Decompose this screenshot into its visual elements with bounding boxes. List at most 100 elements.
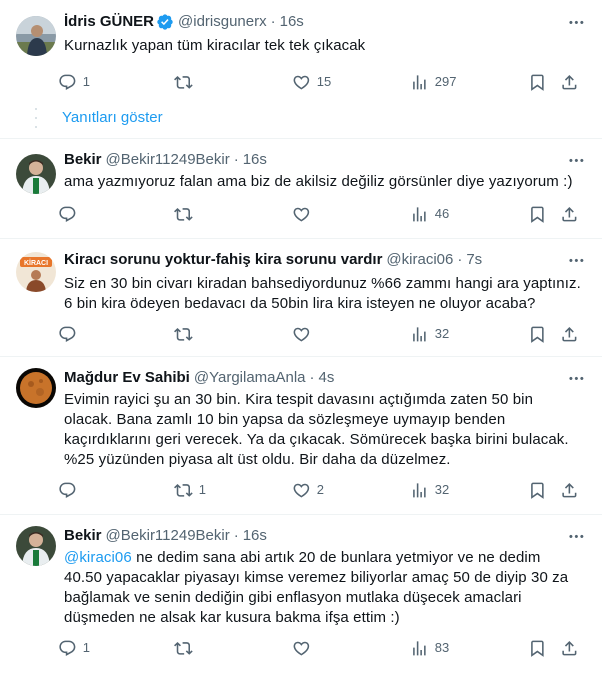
show-replies-row[interactable]: Yanıtları göster (0, 100, 602, 138)
timestamp[interactable]: 7s (466, 250, 482, 270)
heart-icon (292, 73, 311, 92)
tweet-text-line: Evimin rayici şu an 30 bin. Kira tespit … (64, 391, 534, 408)
avatar[interactable] (16, 154, 56, 194)
tweet-text: @kiraci06 ne dedim sana abi artık 20 de … (64, 548, 584, 628)
tweet-text: Evimin rayici şu an 30 bin. Kira tespit … (64, 390, 584, 470)
svg-text:KİRACI: KİRACI (24, 259, 48, 267)
username-handle[interactable]: @kiraci06 (386, 250, 453, 270)
thread-dots (33, 108, 39, 128)
share-icon (560, 481, 579, 500)
bookmark-button[interactable] (528, 72, 547, 92)
display-name[interactable]: Bekir (64, 526, 102, 546)
views-button[interactable]: 32 (410, 480, 449, 500)
username-handle[interactable]: @Bekir11249Bekir (106, 526, 230, 546)
bookmark-button[interactable] (528, 638, 547, 658)
reply-button[interactable]: 1 (58, 638, 90, 658)
tweet-text-line: bağlamak ve senin dediğin gibi enflasyon… (64, 589, 522, 606)
tweet[interactable]: KİRACI Kiracı sorunu yoktur-fahiş kira s… (0, 250, 602, 350)
bookmark-button[interactable] (528, 204, 547, 224)
separator-dot: · (233, 527, 239, 544)
share-icon (560, 205, 579, 224)
share-button[interactable] (560, 204, 579, 224)
reply-button[interactable]: 1 (58, 72, 90, 92)
reply-icon (58, 73, 77, 92)
views-button[interactable]: 297 (410, 72, 456, 92)
retweet-icon (174, 205, 193, 224)
like-button[interactable]: 2 (292, 480, 324, 500)
heart-icon (292, 481, 311, 500)
username-handle[interactable]: @YargilamaAnla (194, 368, 306, 388)
retweet-icon (174, 481, 193, 500)
mention-link[interactable]: @kiraci06 (64, 549, 132, 566)
display-name[interactable]: Bekir (64, 150, 102, 170)
view-count: 32 (434, 482, 450, 497)
reply-button[interactable] (58, 480, 83, 500)
avatar[interactable] (16, 16, 56, 56)
retweet-button[interactable] (174, 324, 199, 344)
like-button[interactable] (292, 204, 317, 224)
display-name[interactable]: Mağdur Ev Sahibi (64, 368, 190, 388)
tweet-text: ama yazmıyoruz falan ama biz de akilsiz … (64, 173, 573, 190)
analytics-icon (410, 639, 429, 658)
timestamp[interactable]: 16s (243, 150, 267, 170)
retweet-icon (174, 325, 193, 344)
reply-button[interactable] (58, 324, 83, 344)
retweet-button[interactable]: 1 (174, 480, 206, 500)
reply-button[interactable] (58, 204, 83, 224)
tweet[interactable]: Mağdur Ev Sahibi @YargilamaAnla · 4s Evi… (0, 368, 602, 512)
more-options-icon[interactable] (566, 250, 586, 270)
retweet-icon (174, 639, 193, 658)
timestamp[interactable]: 16s (243, 526, 267, 546)
like-button[interactable]: 15 (292, 72, 331, 92)
avatar[interactable]: KİRACI (16, 252, 56, 292)
share-icon (560, 639, 579, 658)
share-button[interactable] (560, 72, 579, 92)
more-options-icon[interactable] (566, 12, 586, 32)
timestamp[interactable]: 4s (319, 368, 335, 388)
retweet-icon (174, 73, 193, 92)
views-button[interactable]: 32 (410, 324, 449, 344)
more-options-icon[interactable] (566, 368, 586, 388)
retweet-button[interactable] (174, 72, 199, 92)
retweet-button[interactable] (174, 204, 199, 224)
tweet[interactable]: İdris GÜNER @idrisgunerx · 16s Kurnazlık… (0, 12, 602, 100)
retweet-button[interactable] (174, 638, 199, 658)
view-count: 46 (434, 206, 450, 221)
display-name[interactable]: Kiracı sorunu yoktur-fahiş kira sorunu v… (64, 250, 382, 270)
avatar[interactable] (16, 526, 56, 566)
view-count: 297 (434, 74, 457, 89)
timestamp[interactable]: 16s (280, 12, 304, 32)
username-handle[interactable]: @Bekir11249Bekir (106, 150, 230, 170)
tweet[interactable]: Bekir @Bekir11249Bekir · 16s @kiraci06 n… (0, 526, 602, 666)
more-options-icon[interactable] (566, 526, 586, 546)
analytics-icon (410, 481, 429, 500)
share-button[interactable] (560, 324, 579, 344)
like-button[interactable] (292, 638, 317, 658)
show-replies-link[interactable]: Yanıtları göster (62, 108, 163, 128)
like-button[interactable] (292, 324, 317, 344)
bookmark-icon (528, 205, 547, 224)
tweet-text-line: düşmeden ne alsak kar kusura bakma ifşa … (64, 609, 400, 626)
username-handle[interactable]: @idrisgunerx (178, 12, 267, 32)
separator-dot: · (233, 151, 239, 168)
divider (0, 514, 602, 515)
bookmark-icon (528, 325, 547, 344)
view-count: 32 (434, 326, 450, 341)
like-count: 15 (316, 74, 332, 89)
more-options-icon[interactable] (566, 150, 586, 170)
share-button[interactable] (560, 638, 579, 658)
bookmark-button[interactable] (528, 480, 547, 500)
tweet-text-line: 40.50 yapacaklar piyasayı kimse veremez … (64, 569, 569, 586)
bookmark-button[interactable] (528, 324, 547, 344)
divider (0, 356, 602, 357)
tweet-actions: 1 2 32 (58, 480, 588, 500)
tweet[interactable]: Bekir @Bekir11249Bekir · 16s ama yazmıyo… (0, 150, 602, 226)
avatar[interactable] (16, 368, 56, 408)
views-button[interactable]: 46 (410, 204, 449, 224)
display-name[interactable]: İdris GÜNER (64, 12, 154, 32)
separator-dot: · (309, 369, 315, 386)
tweet-actions: 1 83 (58, 638, 588, 658)
view-count: 83 (434, 640, 450, 655)
views-button[interactable]: 83 (410, 638, 449, 658)
share-button[interactable] (560, 480, 579, 500)
